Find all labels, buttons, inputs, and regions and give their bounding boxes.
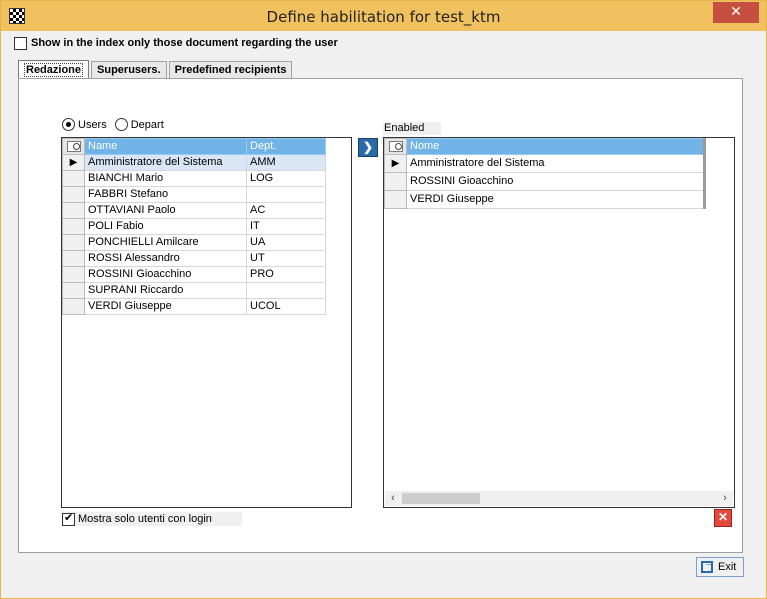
exit-button[interactable]: Exit	[696, 557, 744, 577]
table-header-row: Nome	[384, 138, 705, 155]
horizontal-scrollbar[interactable]: ‹ ›	[385, 491, 733, 506]
cell-dept[interactable]: AC	[246, 202, 326, 219]
column-header-nome[interactable]: Nome	[406, 138, 705, 155]
table-row[interactable]: OTTAVIANI Paolo AC	[62, 202, 326, 219]
filter-radio-group: Users Depart	[62, 118, 172, 131]
exit-button-label: Exit	[718, 561, 737, 573]
cell-dept[interactable]	[246, 186, 326, 203]
enabled-users-grid[interactable]: Nome ▶ Amministratore del Sistema ROSSIN…	[383, 137, 735, 508]
tab-redazione[interactable]: Redazione	[18, 60, 90, 80]
table-header-row: Name Dept.	[62, 138, 326, 155]
only-users-with-login-option[interactable]: Mostra solo utenti con login	[62, 511, 242, 526]
cell-nome[interactable]: VERDI Giuseppe	[406, 190, 705, 209]
only-users-with-login-checkbox[interactable]	[62, 511, 75, 526]
row-indicator	[62, 170, 85, 187]
depart-radio-label[interactable]: Depart	[131, 119, 164, 131]
cell-nome[interactable]: Amministratore del Sistema	[406, 154, 705, 173]
show-only-user-documents-option[interactable]: Show in the index only those document re…	[14, 36, 338, 50]
cell-dept[interactable]: UCOL	[246, 298, 326, 315]
row-indicator	[62, 266, 85, 283]
scroll-right-arrow[interactable]: ›	[717, 491, 733, 506]
grid-search-button[interactable]	[384, 138, 407, 155]
current-row-indicator: ▶	[62, 154, 85, 171]
remove-from-enabled-button[interactable]: ✕	[714, 509, 732, 527]
table-row[interactable]: VERDI Giuseppe UCOL	[62, 298, 326, 315]
cell-dept[interactable]: UA	[246, 234, 326, 251]
row-indicator	[62, 250, 85, 267]
available-users-grid[interactable]: Name Dept. ▶ Amministratore del Sistema …	[61, 137, 352, 508]
column-header-name[interactable]: Name	[84, 138, 247, 155]
show-only-user-documents-checkbox[interactable]	[14, 36, 27, 50]
cell-name[interactable]: PONCHIELLI Amilcare	[84, 234, 247, 251]
table-row[interactable]: FABBRI Stefano	[62, 186, 326, 203]
row-indicator	[62, 234, 85, 251]
table-row[interactable]: SUPRANI Riccardo	[62, 282, 326, 299]
only-users-with-login-label: Mostra solo utenti con login	[78, 513, 212, 525]
cell-dept[interactable]: UT	[246, 250, 326, 267]
grid-search-button[interactable]	[62, 138, 85, 155]
table-row[interactable]: VERDI Giuseppe	[384, 190, 705, 209]
cell-name[interactable]: POLI Fabio	[84, 218, 247, 235]
cell-name[interactable]: ROSSINI Gioacchino	[84, 266, 247, 283]
title-bar[interactable]: Define habilitation for test_ktm ✕	[1, 1, 766, 31]
cell-dept[interactable]	[246, 282, 326, 299]
cell-dept[interactable]: LOG	[246, 170, 326, 187]
table-row[interactable]: POLI Fabio IT	[62, 218, 326, 235]
cell-nome[interactable]: ROSSINI Gioacchino	[406, 172, 705, 191]
table-row[interactable]: ▶ Amministratore del Sistema	[384, 154, 705, 173]
depart-radio[interactable]	[114, 118, 128, 131]
cell-name[interactable]: ROSSI Alessandro	[84, 250, 247, 267]
cell-name[interactable]: Amministratore del Sistema	[84, 154, 247, 171]
cell-dept[interactable]: PRO	[246, 266, 326, 283]
available-users-table: Name Dept. ▶ Amministratore del Sistema …	[62, 138, 326, 315]
row-indicator	[62, 282, 85, 299]
window-title: Define habilitation for test_ktm	[266, 8, 501, 26]
enabled-caption: Enabled	[383, 122, 441, 135]
enabled-users-table: Nome ▶ Amministratore del Sistema ROSSIN…	[384, 138, 706, 209]
tab-superusers[interactable]: Superusers.	[91, 61, 167, 79]
tab-strip: Redazione Superusers. Predefined recipie…	[18, 59, 294, 80]
search-icon	[388, 140, 403, 152]
table-row[interactable]: ROSSI Alessandro UT	[62, 250, 326, 267]
row-indicator	[384, 172, 407, 191]
close-button[interactable]: ✕	[713, 2, 759, 23]
cell-name[interactable]: SUPRANI Riccardo	[84, 282, 247, 299]
cell-name[interactable]: VERDI Giuseppe	[84, 298, 247, 315]
cell-dept[interactable]: AMM	[246, 154, 326, 171]
row-indicator	[62, 218, 85, 235]
current-row-indicator: ▶	[384, 154, 407, 173]
scroll-thumb[interactable]	[402, 493, 480, 504]
search-icon	[66, 140, 81, 152]
table-row[interactable]: PONCHIELLI Amilcare UA	[62, 234, 326, 251]
table-row[interactable]: ▶ Amministratore del Sistema AMM	[62, 154, 326, 171]
users-radio-label[interactable]: Users	[78, 119, 107, 131]
users-radio[interactable]	[62, 118, 75, 131]
tab-redazione-label: Redazione	[24, 63, 84, 77]
add-to-enabled-button[interactable]: ❯	[358, 138, 378, 157]
tab-predefined-recipients[interactable]: Predefined recipients	[168, 61, 293, 79]
column-header-dept[interactable]: Dept.	[246, 138, 326, 155]
row-indicator	[62, 186, 85, 203]
cell-dept[interactable]: IT	[246, 218, 326, 235]
row-indicator	[62, 298, 85, 315]
row-indicator	[62, 202, 85, 219]
exit-icon	[701, 557, 715, 573]
table-row[interactable]: ROSSINI Gioacchino PRO	[62, 266, 326, 283]
cell-name[interactable]: OTTAVIANI Paolo	[84, 202, 247, 219]
scroll-left-arrow[interactable]: ‹	[385, 491, 401, 506]
cell-name[interactable]: BIANCHI Mario	[84, 170, 247, 187]
row-indicator	[384, 190, 407, 209]
table-row[interactable]: BIANCHI Mario LOG	[62, 170, 326, 187]
show-only-user-documents-label: Show in the index only those document re…	[31, 37, 338, 49]
cell-name[interactable]: FABBRI Stefano	[84, 186, 247, 203]
table-row[interactable]: ROSSINI Gioacchino	[384, 172, 705, 191]
